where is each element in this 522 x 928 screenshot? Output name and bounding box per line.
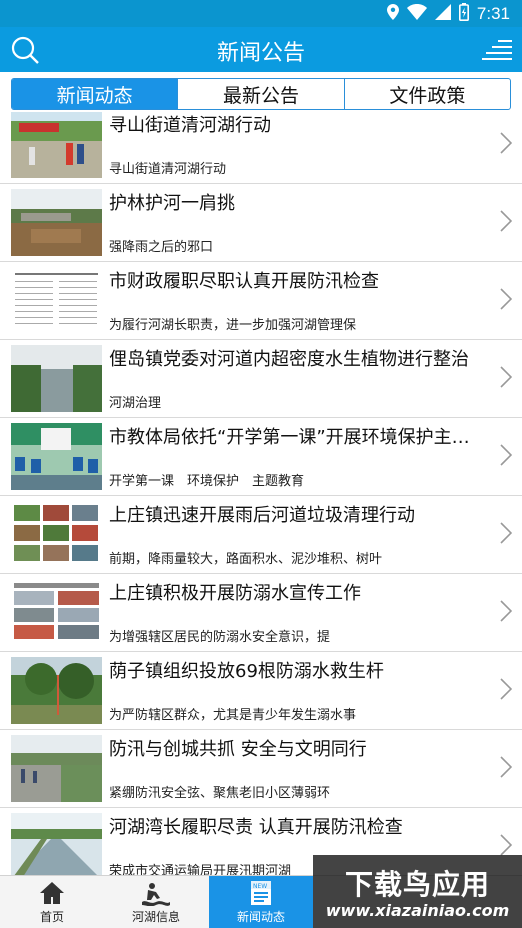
news-item[interactable]: 荫子镇组织投放69根防溺水救生杆 为严防辖区群众，尤其是青少年发生溺水事 [0, 652, 522, 730]
chevron-right-icon [500, 288, 513, 310]
tab-news[interactable]: 新闻动态 [12, 79, 178, 109]
watermark: 下载鸟应用 www.xiazainiao.com [313, 855, 522, 928]
chevron-right-icon [500, 834, 513, 856]
news-title: 市财政履职尽职认真开展防汛检查 [109, 271, 379, 292]
news-thumbnail [11, 112, 102, 178]
tab-announcements[interactable]: 最新公告 [177, 79, 343, 109]
news-title: 荫子镇组织投放69根防溺水救生杆 [109, 661, 384, 682]
news-thumbnail [11, 267, 102, 334]
news-thumbnail [11, 189, 102, 256]
news-summary: 河湖治理 [109, 396, 162, 411]
news-summary: 紧绷防汛安全弦、聚焦老旧小区薄弱环 [109, 786, 331, 801]
chevron-right-icon [500, 678, 513, 700]
news-title: 河湖湾长履职尽责 认真开展防汛检查 [109, 817, 403, 838]
menu-button[interactable] [482, 37, 512, 63]
news-thumbnail [11, 813, 102, 875]
news-title: 俚岛镇党委对河道内超密度水生植物进行整治 [109, 349, 469, 370]
news-item[interactable]: 市教体局依托“开学第一课”开展环境保护主… 开学第一课 环境保护 主题教育 [0, 418, 522, 496]
news-title: 防汛与创城共抓 安全与文明同行 [109, 739, 367, 760]
news-item[interactable]: 防汛与创城共抓 安全与文明同行 紧绷防汛安全弦、聚焦老旧小区薄弱环 [0, 730, 522, 808]
svg-text:NEW: NEW [253, 883, 267, 890]
nav-home[interactable]: 首页 [0, 876, 104, 928]
watermark-url: www.xiazainiao.com [325, 901, 510, 920]
news-tabs: 新闻动态 最新公告 文件政策 [11, 78, 511, 110]
news-summary: 开学第一课 环境保护 主题教育 [109, 474, 305, 489]
news-title: 寻山街道清河湖行动 [109, 115, 271, 136]
news-item[interactable]: 寻山街道清河湖行动 寻山街道清河湖行动 [0, 112, 522, 184]
chevron-right-icon [500, 756, 513, 778]
news-thumbnail [11, 657, 102, 724]
chevron-right-icon [500, 210, 513, 232]
news-thumbnail [11, 501, 102, 568]
news-item[interactable]: 俚岛镇党委对河道内超密度水生植物进行整治 河湖治理 [0, 340, 522, 418]
news-thumbnail [11, 423, 102, 490]
menu-icon [482, 40, 512, 60]
news-item[interactable]: 上庄镇迅速开展雨后河道垃圾清理行动 前期，降雨量较大，路面积水、泥沙堆积、树叶 [0, 496, 522, 574]
news-icon: NEW [247, 880, 275, 906]
news-summary: 强降雨之后的邪口 [109, 240, 214, 255]
home-icon [38, 880, 66, 906]
news-list: 寻山街道清河湖行动 寻山街道清河湖行动 护林护河一肩挑 强降雨之后的邪口 市财政… [0, 112, 522, 875]
status-bar: 7:31 [0, 0, 522, 27]
river-info-icon [142, 880, 170, 907]
news-title: 市教体局依托“开学第一课”开展环境保护主… [109, 427, 470, 448]
nav-river-info[interactable]: 河湖信息 [104, 876, 208, 928]
page-title: 新闻公告 [216, 41, 305, 66]
news-summary: 为履行河湖长职责，进一步加强河湖管理保 [109, 318, 357, 333]
news-summary: 寻山街道清河湖行动 [109, 162, 227, 177]
chevron-right-icon [500, 132, 513, 154]
news-title: 护林护河一肩挑 [109, 193, 235, 214]
battery-icon [458, 2, 469, 25]
news-summary: 为严防辖区群众，尤其是青少年发生溺水事 [109, 708, 357, 723]
news-title: 上庄镇迅速开展雨后河道垃圾清理行动 [109, 505, 415, 526]
nav-news-label: 新闻动态 [236, 910, 285, 924]
news-item[interactable]: 上庄镇积极开展防溺水宣传工作 为增强辖区居民的防溺水安全意识，提 [0, 574, 522, 652]
nav-river-info-label: 河湖信息 [131, 910, 180, 924]
news-thumbnail [11, 579, 102, 646]
signal-icon [434, 3, 451, 24]
news-item[interactable]: 护林护河一肩挑 强降雨之后的邪口 [0, 184, 522, 262]
nav-home-label: 首页 [39, 910, 64, 924]
news-summary: 前期，降雨量较大，路面积水、泥沙堆积、树叶 [109, 552, 383, 567]
tab-policy-documents[interactable]: 文件政策 [343, 79, 510, 109]
news-title: 上庄镇积极开展防溺水宣传工作 [109, 583, 361, 604]
news-summary: 为增强辖区居民的防溺水安全意识，提 [109, 630, 331, 645]
chevron-right-icon [500, 522, 513, 544]
news-thumbnail [11, 345, 102, 412]
location-icon [386, 3, 399, 24]
watermark-title: 下载鸟应用 [344, 868, 490, 901]
nav-news[interactable]: NEW 新闻动态 [209, 876, 313, 928]
status-time: 7:31 [476, 3, 510, 23]
chevron-right-icon [500, 366, 513, 388]
wifi-icon [406, 3, 427, 24]
news-item[interactable]: 市财政履职尽职认真开展防汛检查 为履行河湖长职责，进一步加强河湖管理保 [0, 262, 522, 340]
chevron-right-icon [500, 444, 513, 466]
app-bar: 新闻公告 [0, 27, 522, 72]
chevron-right-icon [500, 600, 513, 622]
news-thumbnail [11, 735, 102, 802]
